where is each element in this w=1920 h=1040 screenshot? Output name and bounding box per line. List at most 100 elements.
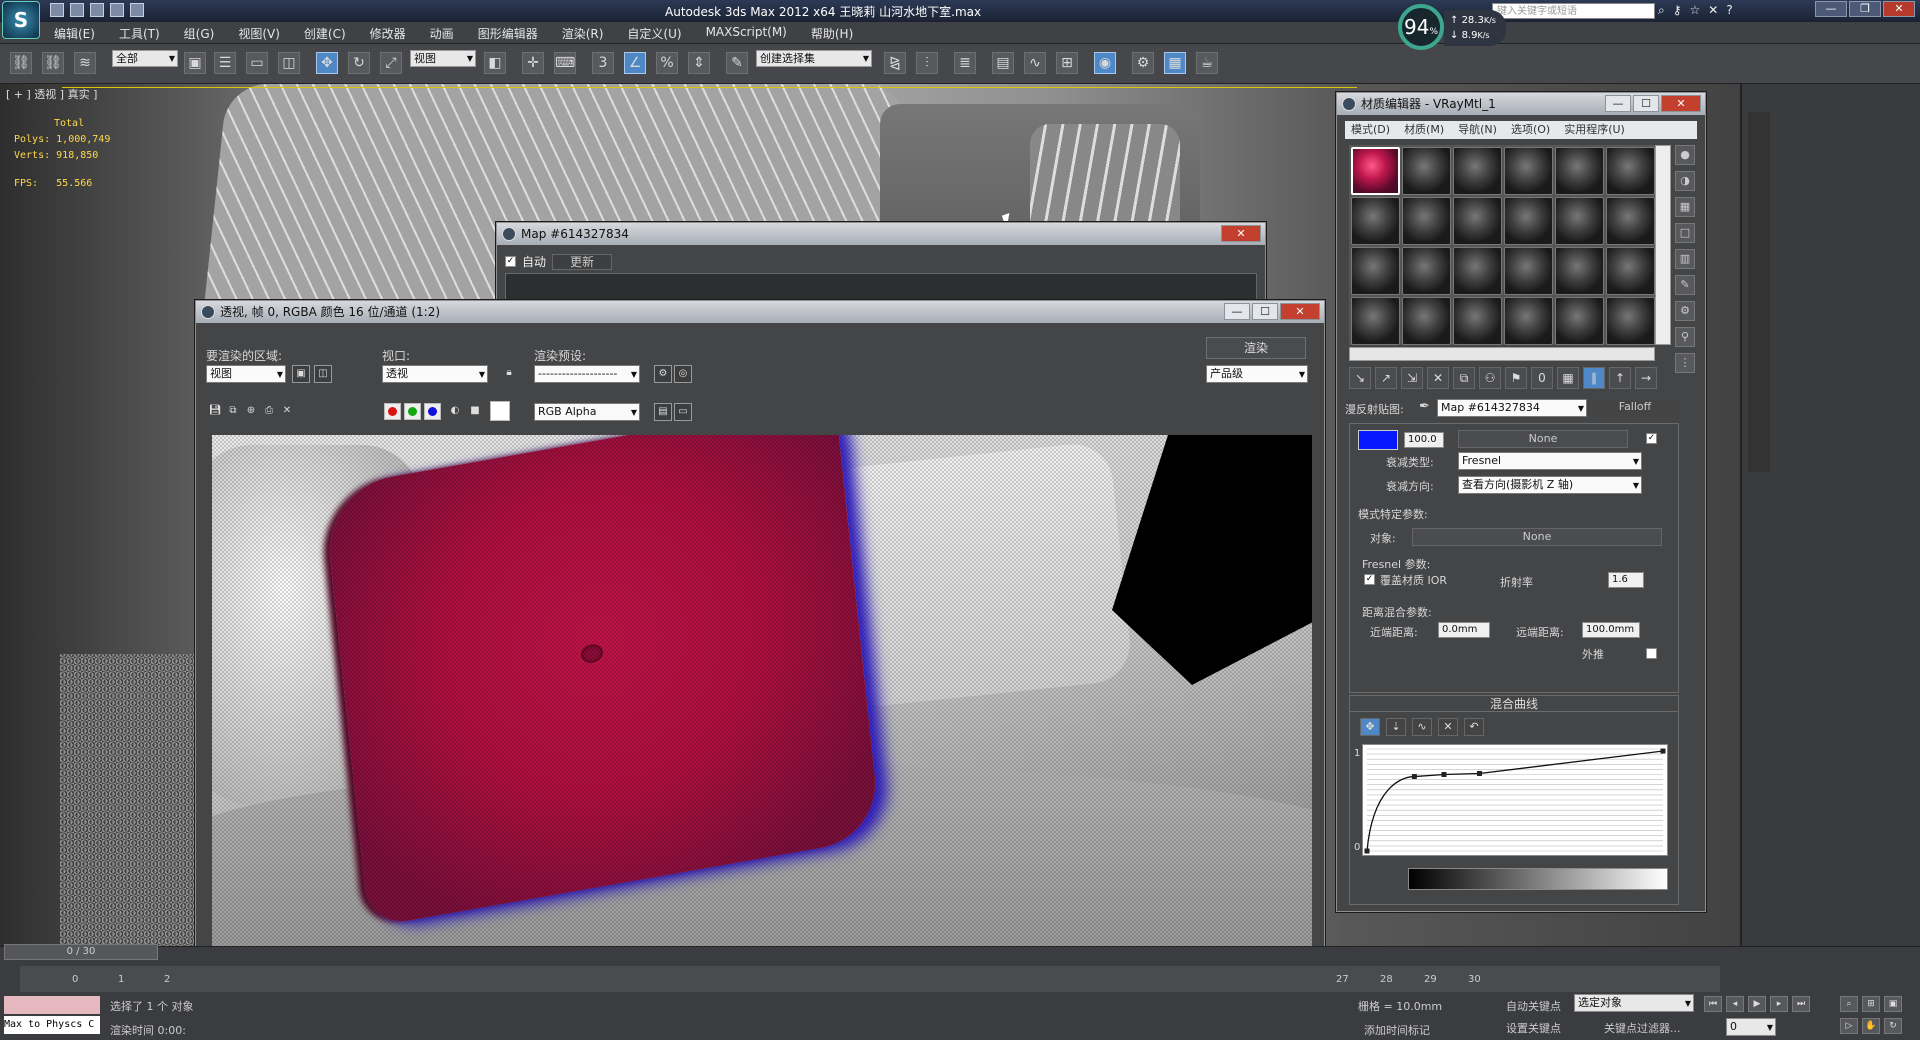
select-manipulate-icon[interactable]: ✛	[522, 52, 544, 74]
select-scale-icon[interactable]: ⤢	[380, 52, 402, 74]
menu-create[interactable]: 创建(C)	[304, 25, 346, 42]
sample-slot[interactable]	[1606, 197, 1655, 245]
video-color-check-icon[interactable]: ▥	[1675, 249, 1695, 269]
rendered-frame-window[interactable]: 透视, 帧 0, RGBA 颜色 16 位/通道 (1:2) — ☐ ✕ 要渲染…	[195, 300, 1325, 1040]
select-by-material-icon[interactable]: ⚲	[1675, 327, 1695, 347]
display-channel-dropdown[interactable]: RGB Alpha	[534, 403, 640, 421]
pan-icon[interactable]: ✋	[1862, 1018, 1880, 1034]
play-icon[interactable]: ▶	[1748, 996, 1766, 1012]
mat-menu-utilities[interactable]: 实用程序(U)	[1564, 121, 1625, 139]
fov-icon[interactable]: ▷	[1840, 1018, 1858, 1034]
object-none-button[interactable]: None	[1412, 528, 1662, 546]
zoom-icon[interactable]: ⌕	[1840, 996, 1858, 1012]
maxscript-output-line[interactable]: Max to Physcs C	[4, 1016, 100, 1034]
add-point-icon[interactable]: ∿	[1412, 718, 1432, 736]
make-unique-icon[interactable]: ⚇	[1479, 367, 1501, 389]
go-to-parent-icon[interactable]: ↑	[1609, 367, 1631, 389]
track-bar[interactable]: 0 1 2 27 28 29 30	[20, 966, 1720, 992]
menu-customize[interactable]: 自定义(U)	[627, 25, 681, 42]
sample-slot[interactable]	[1555, 297, 1604, 345]
save-image-icon[interactable]: 💾︎	[206, 403, 224, 421]
window-crossing-icon[interactable]: ◫	[278, 52, 300, 74]
sample-slot[interactable]	[1606, 297, 1655, 345]
set-key-button[interactable]: 设置关键点	[1506, 1020, 1561, 1036]
curve-editor-icon[interactable]: ∿	[1024, 52, 1046, 74]
update-button[interactable]: 更新	[552, 253, 613, 270]
menu-graph-editors[interactable]: 图形编辑器	[478, 25, 538, 42]
link-icon[interactable]: ⛓	[10, 52, 32, 74]
sample-slot[interactable]	[1453, 197, 1502, 245]
render-production-icon[interactable]: ☕	[1196, 52, 1218, 74]
keyboard-shortcut-icon[interactable]: ⌨	[554, 52, 576, 74]
sample-slot[interactable]	[1402, 247, 1451, 295]
binoculars-icon[interactable]: ⌕	[1658, 3, 1665, 18]
viewport-dropdown[interactable]: 透视	[382, 365, 488, 383]
restore-button[interactable]: ❐	[1849, 1, 1881, 17]
monochrome-icon[interactable]: ■	[466, 403, 484, 421]
mat-menu-material[interactable]: 材质(M)	[1404, 121, 1444, 139]
select-object-icon[interactable]: ▣	[184, 52, 206, 74]
command-panel-scroll[interactable]	[1748, 112, 1770, 472]
star-icon[interactable]: ☆	[1690, 3, 1701, 18]
put-to-scene-icon[interactable]: ↗	[1375, 367, 1397, 389]
key-icon[interactable]: ⚷	[1673, 3, 1682, 18]
front-map-none-button[interactable]: None	[1458, 430, 1628, 448]
menu-edit[interactable]: 编辑(E)	[54, 25, 95, 42]
add-time-tag-text[interactable]: 添加时间标记	[1364, 1022, 1430, 1038]
sample-slot[interactable]	[1351, 297, 1400, 345]
clone-window-icon[interactable]: ⊕	[242, 403, 260, 421]
sample-slot[interactable]	[1555, 247, 1604, 295]
swatch-icon[interactable]	[490, 401, 510, 421]
near-distance-spinner[interactable]: 0.0mm	[1438, 622, 1490, 638]
area-to-render-dropdown[interactable]: 视图	[206, 365, 286, 383]
app-logo-icon[interactable]: S	[2, 1, 40, 39]
new-file-icon[interactable]	[50, 3, 64, 17]
sample-slot[interactable]	[1504, 297, 1553, 345]
sample-type-icon[interactable]: ●	[1675, 145, 1695, 165]
front-color-swatch[interactable]	[1358, 430, 1398, 450]
make-copy-icon[interactable]: ⧉	[1453, 367, 1475, 389]
material-editor-icon[interactable]: ◉	[1094, 52, 1116, 74]
edit-named-sets-icon[interactable]: ✎	[726, 52, 748, 74]
clear-icon[interactable]: ✕	[278, 403, 296, 421]
sample-slot[interactable]	[1606, 147, 1655, 195]
slots-horizontal-scrollbar[interactable]	[1349, 347, 1655, 361]
sample-slot[interactable]	[1402, 147, 1451, 195]
selection-filter-dropdown[interactable]: 全部	[112, 50, 178, 67]
print-icon[interactable]: ⎙	[260, 403, 278, 421]
menu-tools[interactable]: 工具(T)	[119, 25, 160, 42]
schematic-view-icon[interactable]: ⊞	[1056, 52, 1078, 74]
close-button[interactable]: ✕	[1883, 1, 1915, 17]
slots-vertical-scrollbar[interactable]	[1655, 145, 1671, 345]
orbit-icon[interactable]: ↻	[1884, 1018, 1902, 1034]
render-setup-icon[interactable]: ⚙	[1132, 52, 1154, 74]
zoom-all-icon[interactable]: ⊞	[1862, 996, 1880, 1012]
time-slider[interactable]: 0 / 30	[4, 944, 158, 960]
far-distance-spinner[interactable]: 100.0mm	[1582, 622, 1640, 638]
render-window-maximize-button[interactable]: ☐	[1252, 303, 1278, 320]
extrapolate-checkbox[interactable]	[1646, 648, 1657, 659]
next-frame-icon[interactable]: ▸	[1770, 996, 1788, 1012]
show-shaded-icon[interactable]: ▦	[1557, 367, 1579, 389]
red-channel-icon[interactable]	[384, 403, 401, 420]
prev-frame-icon[interactable]: ◂	[1726, 996, 1744, 1012]
delete-point-icon[interactable]: ✕	[1438, 718, 1458, 736]
menu-views[interactable]: 视图(V)	[238, 25, 280, 42]
sample-slot[interactable]	[1402, 197, 1451, 245]
map-type-button[interactable]: Falloff	[1595, 399, 1675, 417]
material-id-icon[interactable]: 0	[1531, 367, 1553, 389]
eyedropper-icon[interactable]: ✒	[1419, 399, 1430, 414]
mat-menu-modes[interactable]: 模式(D)	[1351, 121, 1390, 139]
move-point-icon[interactable]: ✥	[1360, 718, 1380, 736]
scale-point-icon[interactable]: ⇣	[1386, 718, 1406, 736]
sample-slot[interactable]	[1402, 297, 1451, 345]
sample-slot[interactable]	[1351, 147, 1400, 195]
reset-curve-icon[interactable]: ↶	[1464, 718, 1484, 736]
show-end-result-icon[interactable]: ∥	[1583, 367, 1605, 389]
render-setup-icon[interactable]: ⚙	[654, 365, 672, 383]
map-window-close-button[interactable]: ✕	[1221, 225, 1261, 242]
render-window-close-button[interactable]: ✕	[1280, 303, 1320, 320]
goto-end-icon[interactable]: ⏭	[1792, 996, 1810, 1012]
falloff-type-dropdown[interactable]: Fresnel	[1458, 452, 1642, 470]
alpha-channel-icon[interactable]: ◐	[446, 403, 464, 421]
